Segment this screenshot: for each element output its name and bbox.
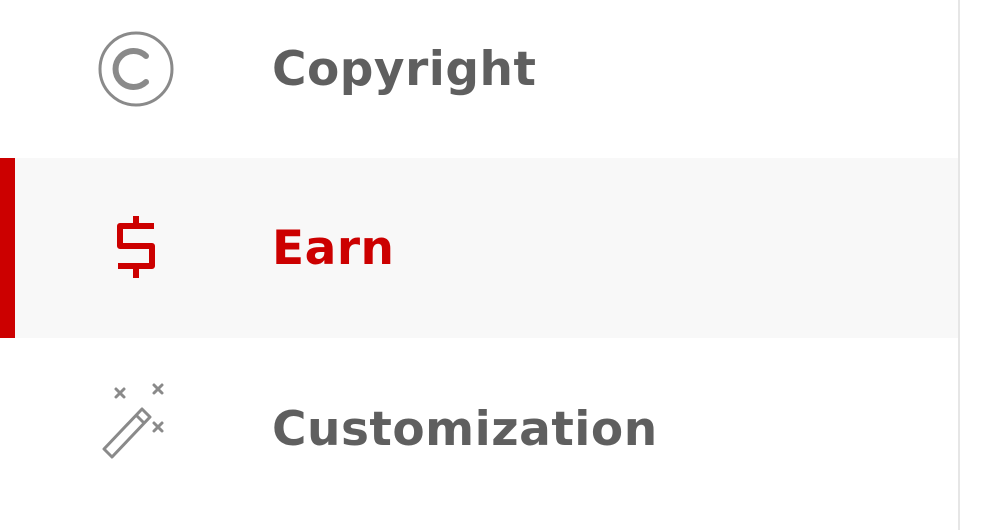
sidebar-item-label: Customization bbox=[272, 401, 658, 457]
sidebar-item-label: Copyright bbox=[272, 41, 537, 97]
sidebar-item-customization[interactable]: Customization bbox=[0, 339, 958, 519]
sidebar-divider bbox=[958, 0, 960, 530]
active-indicator bbox=[0, 158, 15, 338]
sidebar-item-label: Earn bbox=[272, 220, 395, 276]
settings-sidebar-nav: Copyright Earn Customization bbox=[0, 0, 1000, 530]
sidebar-item-copyright[interactable]: Copyright bbox=[0, 0, 958, 159]
magic-wand-icon bbox=[96, 379, 176, 459]
dollar-icon bbox=[96, 206, 176, 286]
copyright-icon bbox=[96, 29, 176, 109]
sidebar-item-earn[interactable]: Earn bbox=[0, 158, 958, 338]
